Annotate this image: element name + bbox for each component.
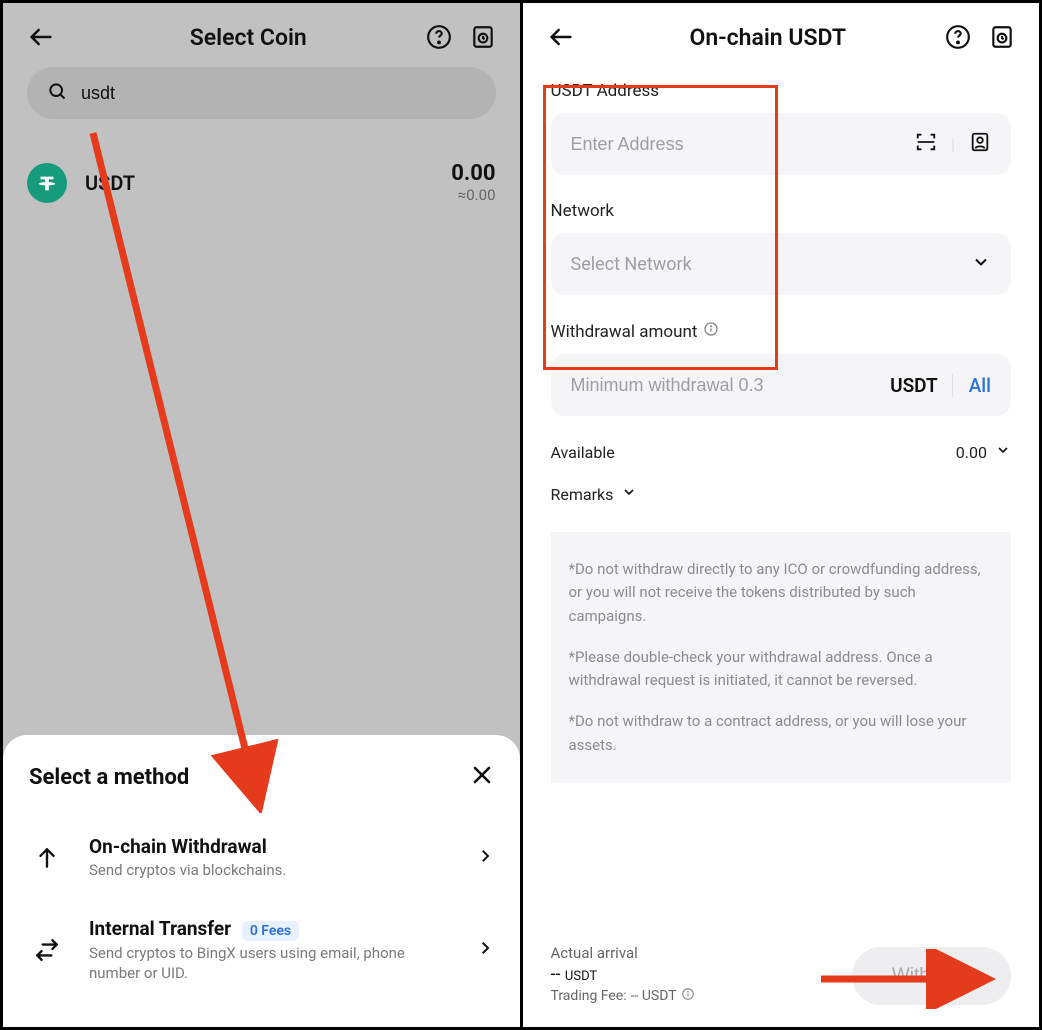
page-title: On-chain USDT bbox=[591, 24, 946, 51]
amount-unit: USDT bbox=[890, 374, 938, 397]
back-icon[interactable] bbox=[27, 23, 55, 51]
available-row[interactable]: Available 0.00 bbox=[551, 442, 1012, 462]
fee-badge: 0 Fees bbox=[242, 921, 299, 941]
method-desc: Send cryptos to BingX users using email,… bbox=[89, 943, 452, 984]
help-icon[interactable] bbox=[426, 24, 452, 50]
address-field[interactable]: | bbox=[551, 113, 1012, 175]
help-icon[interactable] bbox=[945, 24, 971, 50]
address-label: USDT Address bbox=[551, 81, 1012, 101]
upload-icon bbox=[29, 845, 65, 871]
fee-row: Trading Fee: -- USDT bbox=[551, 987, 695, 1005]
amount-field[interactable]: USDT All bbox=[551, 354, 1012, 416]
withdraw-button[interactable]: Withdraw bbox=[852, 947, 1011, 1005]
notice-text: *Please double-check your withdrawal add… bbox=[569, 646, 994, 693]
network-select[interactable]: Select Network bbox=[551, 233, 1012, 295]
annotation-arrow-left bbox=[73, 123, 293, 813]
search-input[interactable] bbox=[81, 83, 476, 104]
sheet-title: Select a method bbox=[29, 765, 189, 790]
info-icon[interactable] bbox=[681, 987, 695, 1005]
method-sheet: Select a method On-chain Withdrawal Send… bbox=[3, 735, 520, 1027]
method-name: On-chain Withdrawal bbox=[89, 835, 452, 858]
scan-icon[interactable] bbox=[915, 131, 937, 157]
coin-symbol: USDT bbox=[85, 171, 135, 195]
contacts-icon[interactable] bbox=[969, 131, 991, 157]
chevron-down-icon bbox=[621, 484, 637, 504]
select-coin-pane: Select Coin USDT bbox=[3, 3, 523, 1027]
coin-approx: ≈0.00 bbox=[451, 186, 495, 204]
arrival-value: -- USDT bbox=[551, 964, 695, 985]
method-name: Internal Transfer 0 Fees bbox=[89, 917, 452, 941]
search-input-wrap[interactable] bbox=[27, 67, 496, 119]
available-value: 0.00 bbox=[956, 443, 987, 462]
network-label: Network bbox=[551, 201, 1012, 221]
available-label: Available bbox=[551, 443, 615, 462]
header-left: Select Coin bbox=[3, 3, 520, 67]
method-onchain[interactable]: On-chain Withdrawal Send cryptos via blo… bbox=[29, 823, 494, 904]
amount-input[interactable] bbox=[571, 375, 879, 396]
notice-text: *Do not withdraw directly to any ICO or … bbox=[569, 558, 994, 628]
back-icon[interactable] bbox=[547, 23, 575, 51]
method-internal[interactable]: Internal Transfer 0 Fees Send cryptos to… bbox=[29, 905, 494, 1008]
chevron-down-icon bbox=[971, 252, 991, 276]
tether-icon bbox=[27, 163, 67, 203]
notice-text: *Do not withdraw to a contract address, … bbox=[569, 710, 994, 757]
coin-row-usdt[interactable]: USDT 0.00 ≈0.00 bbox=[3, 143, 520, 222]
history-icon[interactable] bbox=[989, 24, 1015, 50]
page-title: Select Coin bbox=[71, 24, 426, 51]
address-input[interactable] bbox=[571, 134, 904, 155]
method-desc: Send cryptos via blockchains. bbox=[89, 860, 452, 880]
search-icon bbox=[47, 81, 67, 105]
arrival-label: Actual arrival bbox=[551, 944, 695, 962]
remarks-label: Remarks bbox=[551, 485, 614, 504]
coin-amount: 0.00 bbox=[451, 161, 495, 186]
transfer-icon bbox=[29, 937, 65, 963]
chevron-right-icon bbox=[476, 847, 494, 869]
amount-label: Withdrawal amount bbox=[551, 321, 1012, 342]
withdraw-pane: On-chain USDT USDT Address | bbox=[523, 3, 1040, 1027]
history-icon[interactable] bbox=[470, 24, 496, 50]
notice-block: *Do not withdraw directly to any ICO or … bbox=[551, 532, 1012, 783]
header-right-pane: On-chain USDT bbox=[523, 3, 1040, 67]
network-placeholder: Select Network bbox=[571, 254, 692, 275]
info-icon[interactable] bbox=[703, 321, 719, 342]
remarks-row[interactable]: Remarks bbox=[551, 484, 1012, 504]
chevron-right-icon bbox=[476, 939, 494, 961]
bottom-bar: Actual arrival -- USDT Trading Fee: -- U… bbox=[523, 926, 1040, 1027]
chevron-down-icon bbox=[995, 442, 1011, 462]
all-button[interactable]: All bbox=[952, 374, 991, 397]
close-icon[interactable] bbox=[470, 763, 494, 791]
